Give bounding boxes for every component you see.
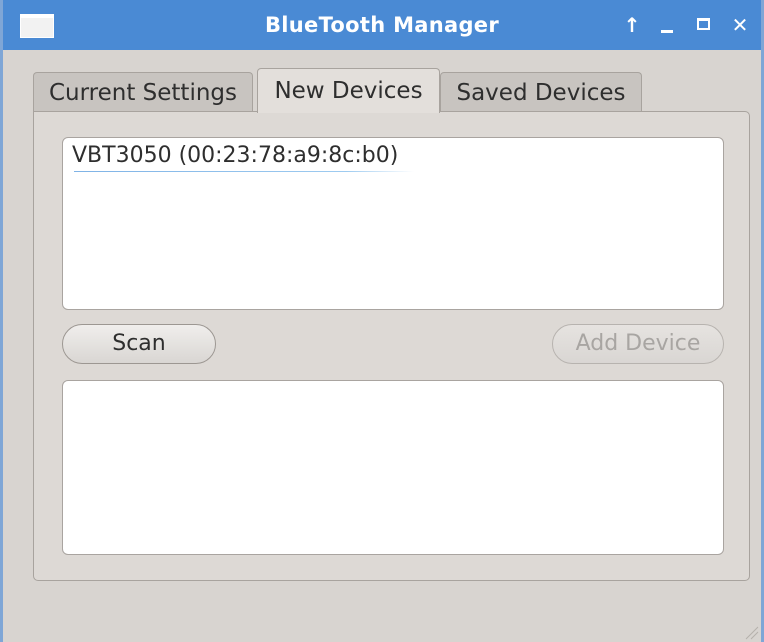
maximize-icon[interactable] bbox=[694, 12, 714, 38]
output-log-box[interactable] bbox=[62, 380, 724, 555]
add-device-button[interactable]: Add Device bbox=[552, 324, 724, 364]
new-devices-panel: VBT3050 (00:23:78:a9:8c:b0) Scan Add Dev… bbox=[33, 111, 750, 581]
window-title: BlueTooth Manager bbox=[264, 13, 499, 37]
device-list[interactable]: VBT3050 (00:23:78:a9:8c:b0) bbox=[62, 137, 724, 310]
tab-new-devices[interactable]: New Devices bbox=[257, 68, 440, 113]
bluetooth-manager-window: BlueTooth Manager ↑ ✕ Current Settings N… bbox=[0, 0, 764, 642]
device-list-item[interactable]: VBT3050 (00:23:78:a9:8c:b0) bbox=[72, 142, 414, 172]
close-icon[interactable]: ✕ bbox=[728, 12, 752, 38]
scan-button[interactable]: Scan bbox=[62, 324, 216, 364]
tab-saved-devices[interactable]: Saved Devices bbox=[440, 72, 642, 112]
title-bar[interactable]: BlueTooth Manager ↑ ✕ bbox=[3, 0, 761, 50]
device-focus-underline bbox=[74, 171, 414, 172]
arrow-up-icon[interactable]: ↑ bbox=[621, 12, 643, 38]
minimize-icon[interactable] bbox=[658, 12, 676, 38]
tab-current-settings[interactable]: Current Settings bbox=[33, 72, 253, 112]
device-label: VBT3050 (00:23:78:a9:8c:b0) bbox=[72, 143, 399, 168]
resize-grip-icon[interactable] bbox=[743, 624, 759, 640]
